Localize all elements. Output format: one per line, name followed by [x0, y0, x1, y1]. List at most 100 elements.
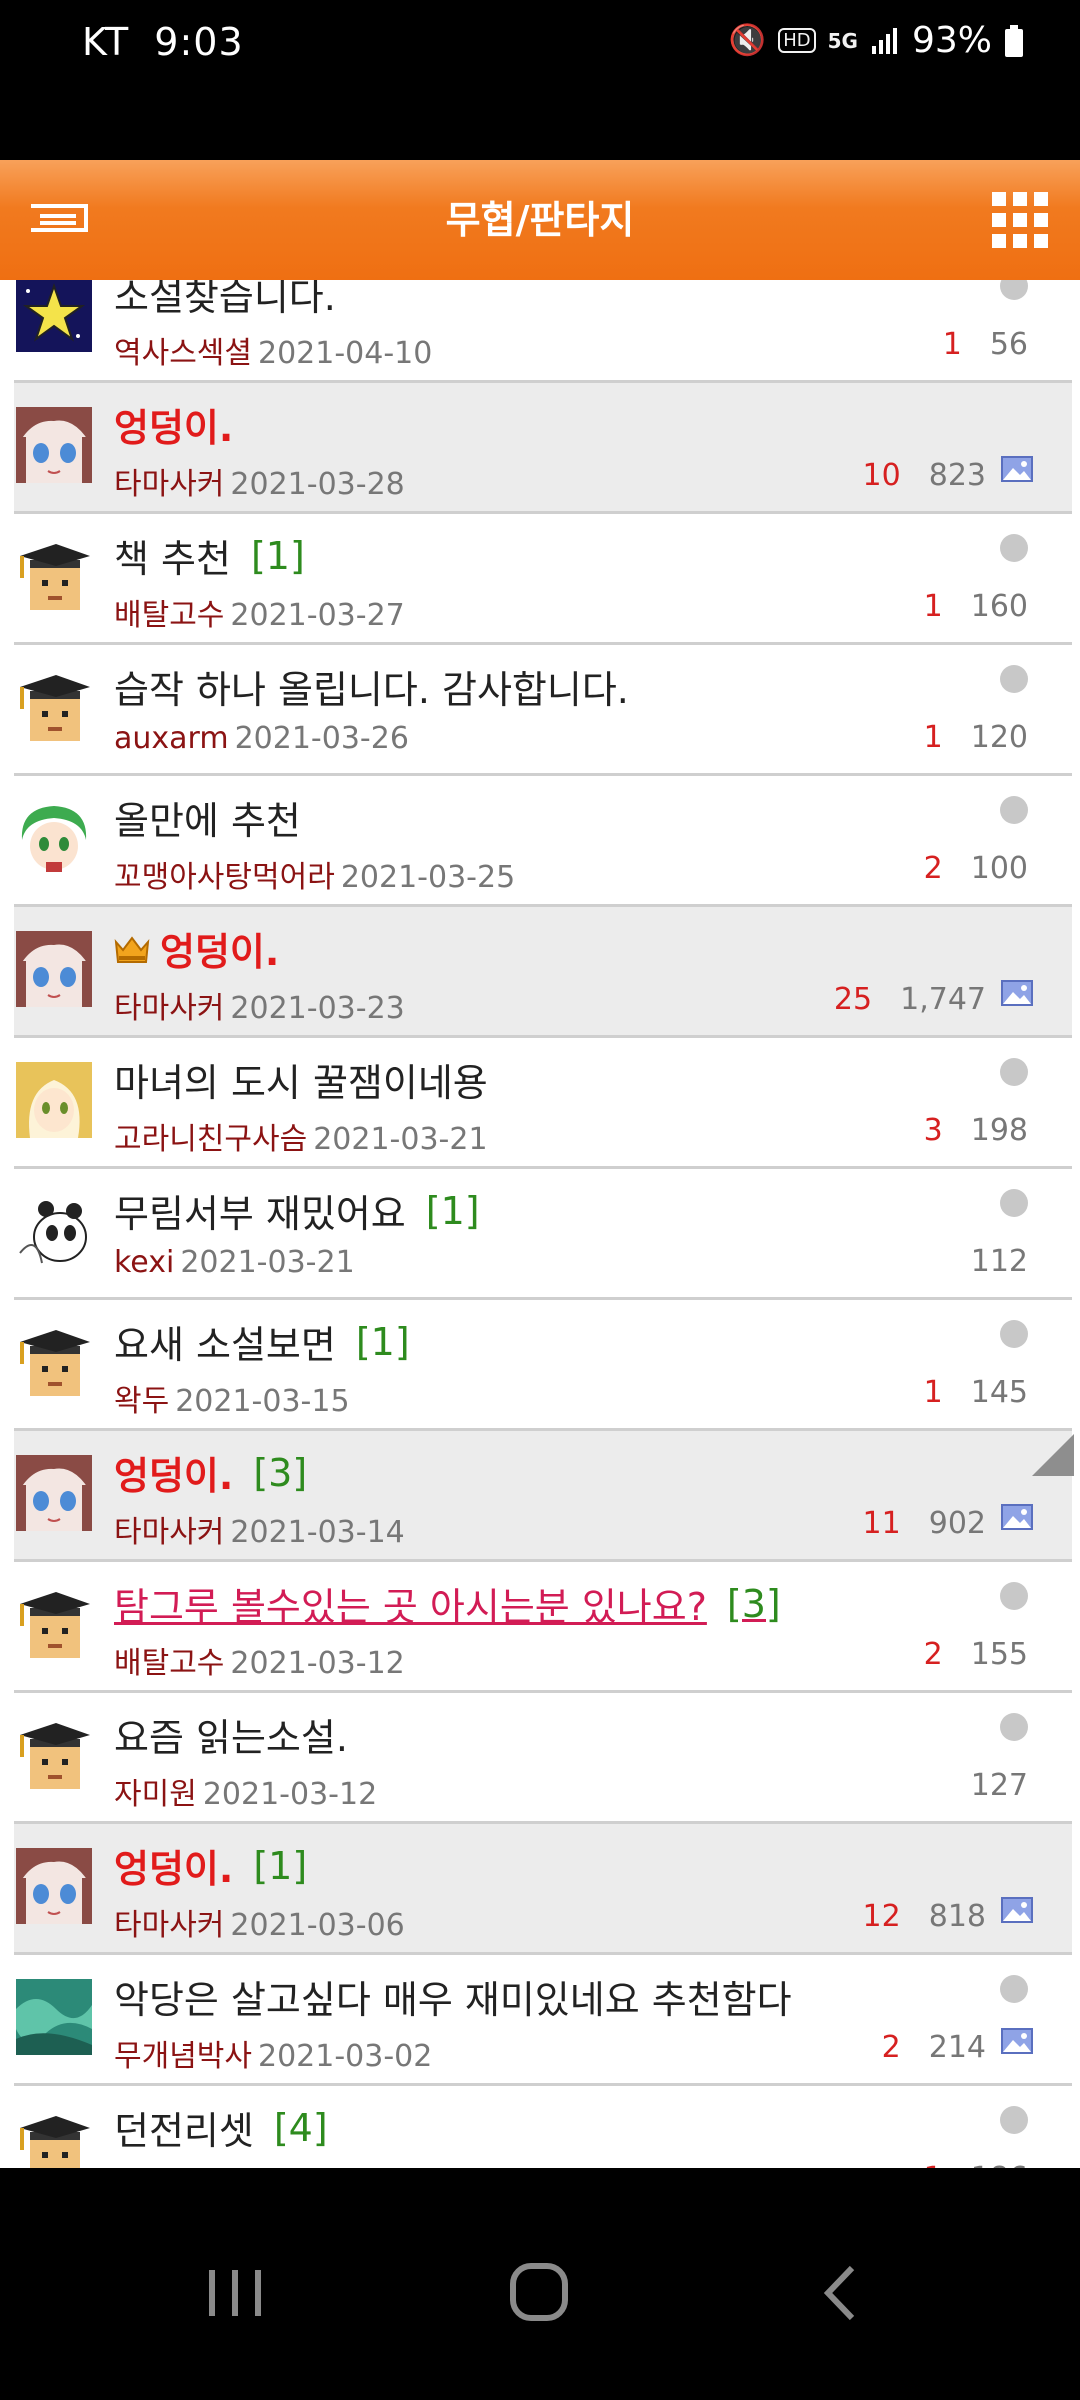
- unread-dot-icon: [1000, 665, 1028, 693]
- view-count: 823: [928, 457, 986, 493]
- post-meta: kexi 2021-03-21: [114, 1245, 355, 1280]
- post-row[interactable]: 악당은 살고싶다 매우 재미있네요 추천함다 무개념박사 2021-03-02 2 21…: [14, 1955, 1072, 2086]
- image-attachment-icon: [1000, 1896, 1034, 1924]
- post-row[interactable]: 마녀의 도시 꿀잼이네용고라니친구사슴 2021-03-21 3 198: [14, 1038, 1072, 1169]
- post-title[interactable]: 습작 하나 올립니다. 감사합니다.: [114, 659, 629, 714]
- post-author[interactable]: auxarm: [114, 721, 229, 756]
- back-button[interactable]: [800, 2258, 880, 2328]
- grid-menu-button[interactable]: [990, 190, 1050, 250]
- post-author[interactable]: 역사스섹셜: [114, 336, 252, 371]
- recents-button[interactable]: [195, 2258, 275, 2328]
- post-author[interactable]: 고라니친구사슴: [114, 1122, 307, 1157]
- view-count: 214: [928, 2029, 986, 2065]
- status-right: 🔇 HD 5G 93%: [729, 20, 1024, 61]
- post-author[interactable]: 타마사커: [114, 991, 224, 1026]
- reply-count: 1: [942, 326, 962, 362]
- post-title[interactable]: 엉덩이. [1]: [114, 1838, 307, 1893]
- post-row[interactable]: 습작 하나 올립니다. 감사합니다. auxarm 2021-03-26 1 120: [14, 645, 1072, 776]
- post-title-text: 마녀의 도시 꿀잼이네용: [114, 1061, 488, 1105]
- post-stats: 10 823: [863, 457, 986, 493]
- post-title[interactable]: 엉덩이. [3]: [114, 1445, 307, 1500]
- post-row[interactable]: 무림서부 재밌어요 [1] kexi 2021-03-21 112: [14, 1169, 1072, 1300]
- post-author[interactable]: 타마사커: [114, 1515, 224, 1550]
- post-author[interactable]: 왁두: [114, 1384, 169, 1419]
- post-date: 2021-03-12: [230, 1646, 405, 1681]
- post-row[interactable]: 소설찾습니다. 역사스섹셜 2021-04-10 1 56: [14, 280, 1072, 383]
- unread-dot-icon: [1000, 796, 1028, 824]
- grid-icon: [992, 192, 1048, 248]
- post-list-container[interactable]: 소설찾습니다. 역사스섹셜 2021-04-10 1 56 엉덩이. 타마사커 2021-03…: [0, 280, 1080, 2168]
- post-author[interactable]: 타마사커: [114, 467, 224, 502]
- post-title[interactable]: 요새 소설보면 [1]: [114, 1314, 410, 1369]
- reply-count: 11: [862, 1505, 901, 1541]
- avatar: [16, 2110, 92, 2168]
- post-title[interactable]: 엉덩이.: [114, 397, 233, 452]
- post-author[interactable]: 배탈고수: [114, 1646, 224, 1681]
- reply-count: 1: [923, 1374, 943, 1410]
- post-author[interactable]: 자미원: [114, 1777, 197, 1812]
- post-list: 소설찾습니다. 역사스섹셜 2021-04-10 1 56 엉덩이. 타마사커 2021-03…: [0, 280, 1080, 2168]
- post-row[interactable]: 엉덩이. [3] 타마사커 2021-03-14 11 902: [14, 1431, 1072, 1562]
- post-title-text: 엉덩이.: [114, 1454, 234, 1498]
- post-title[interactable]: 엉덩이.: [114, 921, 279, 976]
- unread-dot-icon: [1000, 280, 1028, 300]
- post-title[interactable]: 올만에 추천: [114, 790, 301, 845]
- comment-count: [1]: [355, 1319, 410, 1364]
- home-button[interactable]: [500, 2258, 580, 2328]
- post-row[interactable]: 엉덩이. [1] 타마사커 2021-03-06 12 818: [14, 1824, 1072, 1955]
- post-stats: 1 56: [943, 326, 1028, 362]
- crown-icon: [114, 935, 150, 963]
- post-row[interactable]: 요새 소설보면 [1] 왁두 2021-03-15 1 145: [14, 1300, 1072, 1431]
- post-title[interactable]: 소설찾습니다.: [114, 280, 336, 321]
- page-title: 무협/판타지: [445, 198, 635, 242]
- post-title[interactable]: 악당은 살고싶다 매우 재미있네요 추천함다: [114, 1969, 792, 2024]
- post-stats: 2 155: [924, 1636, 1028, 1672]
- post-author[interactable]: 배탈고수: [114, 598, 224, 633]
- avatar: [16, 1193, 92, 1269]
- comment-count: [4]: [273, 2105, 328, 2150]
- post-row[interactable]: 엉덩이. 타마사커 2021-03-23 25 1,747: [14, 907, 1072, 1038]
- post-row[interactable]: 올만에 추천 꼬맹아사탕먹어라 2021-03-25 2 100: [14, 776, 1072, 907]
- page-fold-corner[interactable]: [1032, 1434, 1074, 1476]
- avatar: [16, 1062, 92, 1138]
- post-stats: 112: [943, 1243, 1028, 1279]
- view-count: 155: [970, 1636, 1028, 1672]
- post-row[interactable]: 요즘 읽는소설. 자미원 2021-03-12 127: [14, 1693, 1072, 1824]
- post-row[interactable]: 책 추천 [1] 배탈고수 2021-03-27 1 160: [14, 514, 1072, 645]
- view-count: 902: [928, 1505, 986, 1541]
- post-row[interactable]: 던전리셋[4]배탈고수2021-02-271186: [14, 2086, 1072, 2168]
- status-bar: KT 9:03 🔇 HD 5G 93%: [0, 0, 1080, 160]
- post-author[interactable]: 무개념박사: [114, 2039, 252, 2074]
- post-author[interactable]: 타마사커: [114, 1908, 224, 1943]
- post-title[interactable]: 던전리셋 [4]: [114, 2100, 328, 2155]
- unread-dot-icon: [1000, 1975, 1028, 2003]
- post-title[interactable]: 탐그루 볼수있는 곳 아시는분 있나요? [3]: [114, 1576, 781, 1631]
- post-date: 2021-03-02: [258, 2039, 433, 2074]
- post-author[interactable]: 꼬맹아사탕먹어라: [114, 860, 335, 895]
- post-stats: 3 198: [924, 1112, 1028, 1148]
- post-meta: 타마사커 2021-03-14: [114, 1507, 405, 1551]
- post-title[interactable]: 마녀의 도시 꿀잼이네용: [114, 1052, 488, 1107]
- post-title-text: 요즘 읽는소설.: [114, 1716, 348, 1760]
- post-meta: 꼬맹아사탕먹어라 2021-03-25: [114, 852, 515, 896]
- unread-dot-icon: [1000, 1320, 1028, 1348]
- post-row[interactable]: 엉덩이. 타마사커 2021-03-28 10 823: [14, 383, 1072, 514]
- image-attachment-icon: [1000, 455, 1034, 483]
- post-title[interactable]: 요즘 읽는소설.: [114, 1707, 348, 1762]
- post-meta: auxarm 2021-03-26: [114, 721, 409, 756]
- post-meta: 자미원 2021-03-12: [114, 1769, 377, 1813]
- post-row[interactable]: 탐그루 볼수있는 곳 아시는분 있나요? [3] 배탈고수 2021-03-12 2 15…: [14, 1562, 1072, 1693]
- view-count: 112: [970, 1243, 1028, 1279]
- post-author[interactable]: kexi: [114, 1245, 174, 1280]
- view-count: 1,747: [900, 981, 986, 1017]
- post-title[interactable]: 책 추천 [1]: [114, 528, 305, 583]
- reply-count: 10: [862, 457, 901, 493]
- post-title[interactable]: 무림서부 재밌어요 [1]: [114, 1183, 480, 1238]
- image-attachment-icon: [1000, 2027, 1034, 2055]
- menu-button[interactable]: [28, 200, 90, 240]
- post-date: 2021-03-25: [340, 860, 516, 895]
- post-date: 2021-03-21: [313, 1122, 488, 1157]
- unread-dot-icon: [1000, 1058, 1028, 1086]
- comment-count: [1]: [253, 1843, 308, 1888]
- reply-count: 3: [923, 1112, 943, 1148]
